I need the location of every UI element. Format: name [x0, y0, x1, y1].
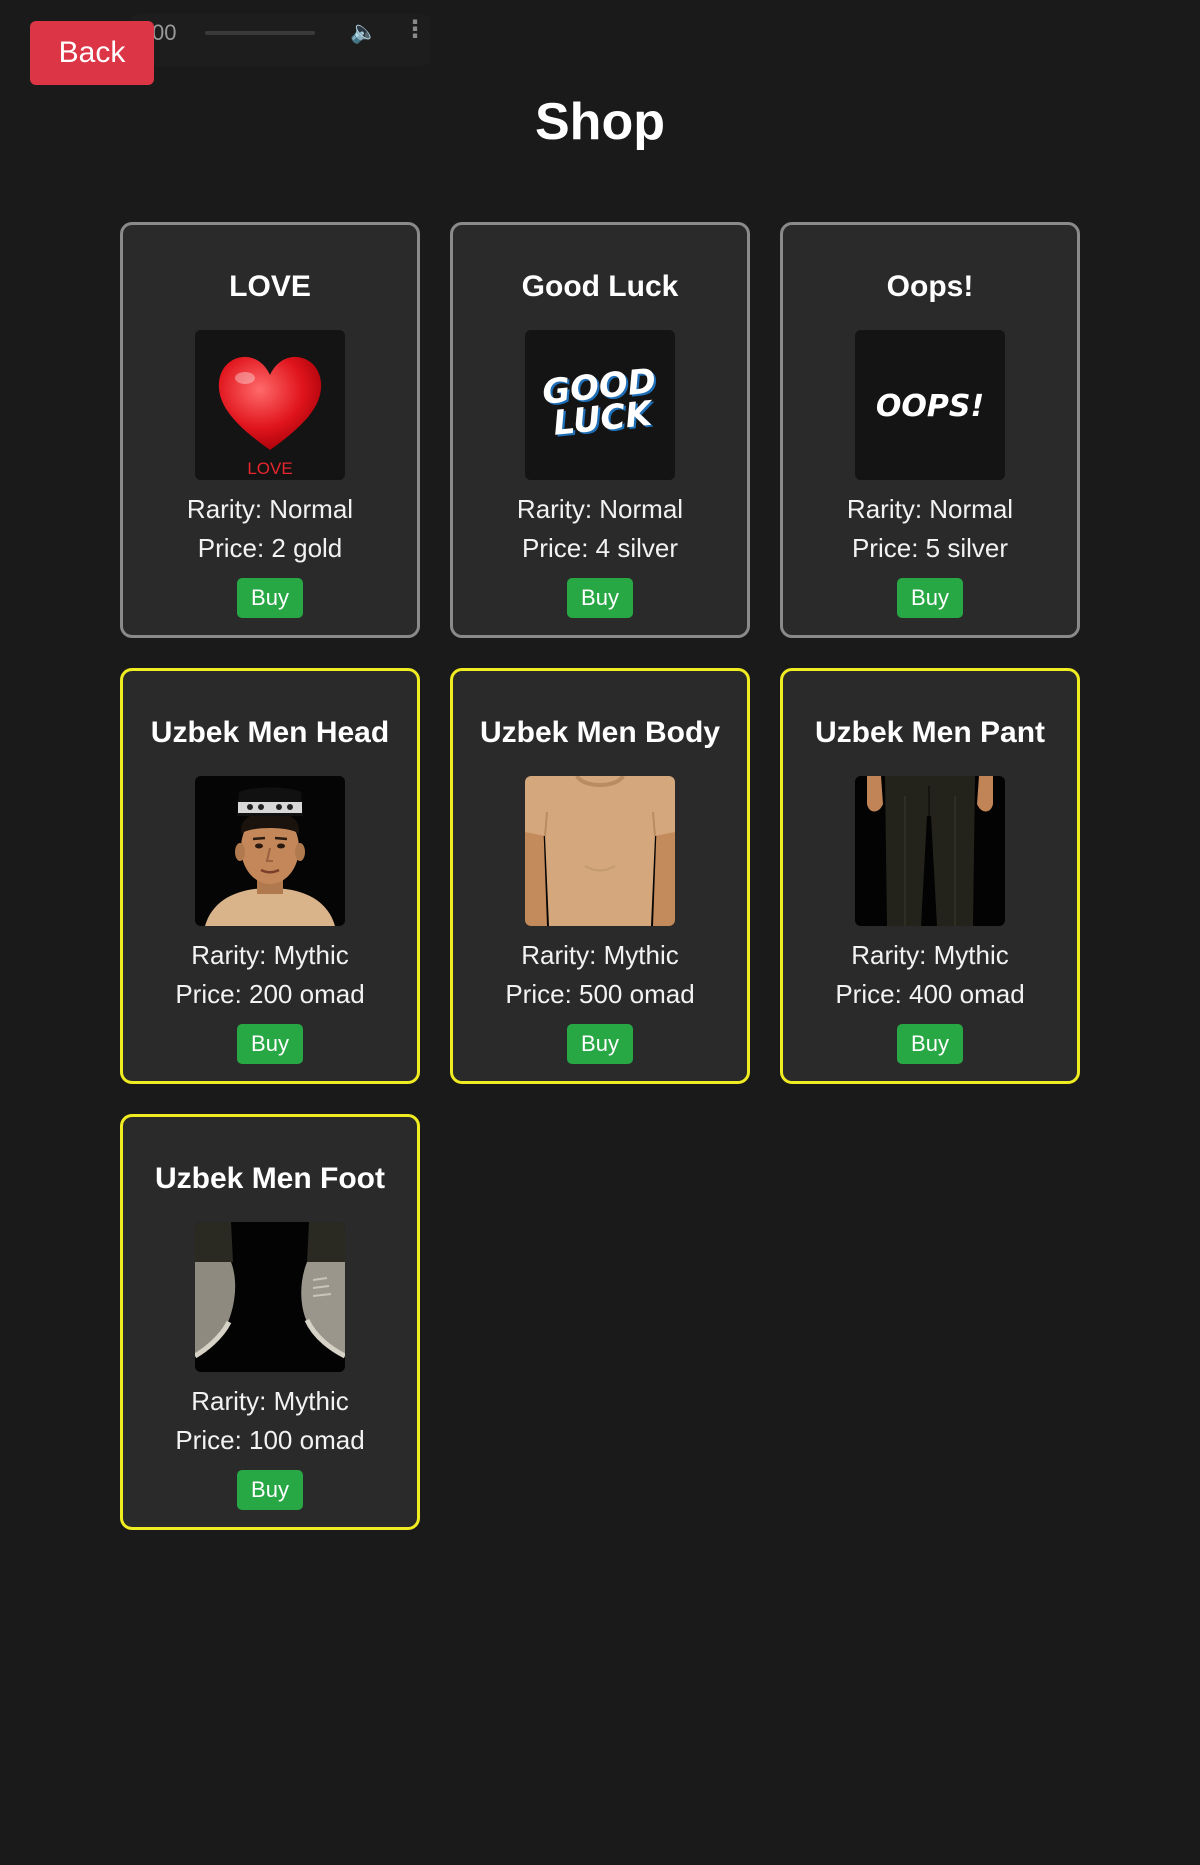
volume-icon[interactable]: 🔈 [350, 19, 377, 45]
rarity-value: Mythic [273, 1386, 349, 1416]
item-rarity: Rarity: Mythic [851, 940, 1008, 971]
price-label: Price: [175, 979, 250, 1009]
rarity-value: Mythic [603, 940, 679, 970]
item-rarity: Rarity: Normal [847, 494, 1013, 525]
rarity-value: Mythic [933, 940, 1009, 970]
item-image [855, 776, 1005, 926]
shop-item-card: Uzbek Men Head Rarity: Mythic Price: 200… [120, 668, 420, 1084]
audio-player[interactable]: 00 🔈 ⋮ [130, 14, 430, 66]
rarity-label: Rarity: [186, 494, 270, 524]
buy-button[interactable]: Buy [567, 578, 633, 618]
rarity-value: Normal [929, 494, 1014, 524]
audio-time: 00 [152, 20, 177, 45]
rarity-label: Rarity: [846, 494, 930, 524]
item-image: LOVE [195, 330, 345, 480]
pants-icon [855, 776, 1005, 926]
item-image: OOPS! [855, 330, 1005, 480]
good-luck-text-icon: GOOD GOOD LUCK LUCK [525, 330, 675, 480]
page-title: Shop [535, 93, 665, 151]
price-value: 500 omad [579, 979, 695, 1009]
item-name: Oops! [886, 270, 974, 303]
item-name: Uzbek Men Head [150, 716, 390, 749]
buy-button[interactable]: Buy [237, 1024, 303, 1064]
item-price: Price: 200 omad [175, 979, 364, 1010]
shop-item-card: Uzbek Men Foot Rarity: Mythic Price: 100… [120, 1114, 420, 1530]
shop-items-grid: LOVE LOVE Rarity: Normal Price: 2 gold B… [120, 222, 1080, 1530]
price-value: 4 silver [595, 533, 679, 563]
rarity-value: Normal [599, 494, 684, 524]
item-price: Price: 5 silver [852, 533, 1008, 564]
item-rarity: Rarity: Mythic [191, 1386, 348, 1417]
more-options-icon[interactable]: ⋮ [403, 18, 427, 42]
shop-page: 00 🔈 ⋮ Back Shop LOVE LOVE Rarity: Norma… [0, 0, 1200, 1865]
shop-item-card: Uzbek Men Pant Rarity: Mythic Price: 400… [780, 668, 1080, 1084]
buy-button[interactable]: Buy [237, 578, 303, 618]
price-value: 5 silver [925, 533, 1009, 563]
price-value: 400 omad [909, 979, 1025, 1009]
rarity-label: Rarity: [851, 940, 934, 970]
rarity-label: Rarity: [191, 1386, 274, 1416]
rarity-value: Normal [269, 494, 354, 524]
rarity-label: Rarity: [521, 940, 604, 970]
item-name: LOVE [229, 270, 311, 303]
image-caption: OOPS! [876, 389, 984, 424]
price-label: Price: [521, 533, 596, 563]
item-rarity: Rarity: Mythic [521, 940, 678, 971]
back-button[interactable]: Back [30, 21, 154, 85]
rarity-label: Rarity: [516, 494, 600, 524]
tshirt-body-icon [525, 776, 675, 926]
rarity-label: Rarity: [191, 940, 274, 970]
item-name: Uzbek Men Pant [814, 716, 1046, 749]
item-price: Price: 400 omad [835, 979, 1024, 1010]
item-image [195, 1222, 345, 1372]
item-image [525, 776, 675, 926]
item-price: Price: 4 silver [522, 533, 678, 564]
item-rarity: Rarity: Normal [187, 494, 353, 525]
price-value: 2 gold [271, 533, 343, 563]
item-price: Price: 500 omad [505, 979, 694, 1010]
buy-button[interactable]: Buy [567, 1024, 633, 1064]
item-price: Price: 2 gold [198, 533, 343, 564]
item-image [195, 776, 345, 926]
image-caption: LOVE [247, 459, 292, 478]
shop-item-card: Uzbek Men Body Rarity: Mythic Price: 500… [450, 668, 750, 1084]
price-value: 200 omad [249, 979, 365, 1009]
heart-icon: LOVE [195, 330, 345, 480]
item-name: Uzbek Men Body [479, 716, 721, 749]
shop-item-card: LOVE LOVE Rarity: Normal Price: 2 gold B… [120, 222, 420, 638]
price-value: 100 omad [249, 1425, 365, 1455]
price-label: Price: [175, 1425, 250, 1455]
shoes-icon [195, 1222, 345, 1372]
audio-progress-track[interactable] [205, 31, 315, 35]
item-image: GOOD GOOD LUCK LUCK [525, 330, 675, 480]
buy-button[interactable]: Buy [237, 1470, 303, 1510]
shop-item-card: Good Luck GOOD GOOD LUCK LUCK Rarity: No… [450, 222, 750, 638]
price-label: Price: [505, 979, 580, 1009]
price-label: Price: [835, 979, 910, 1009]
item-rarity: Rarity: Mythic [191, 940, 348, 971]
price-label: Price: [197, 533, 272, 563]
item-price: Price: 100 omad [175, 1425, 364, 1456]
item-name: Uzbek Men Foot [155, 1162, 385, 1195]
buy-button[interactable]: Buy [897, 578, 963, 618]
buy-button[interactable]: Buy [897, 1024, 963, 1064]
head-avatar-icon [195, 776, 345, 926]
price-label: Price: [851, 533, 926, 563]
item-name: Good Luck [521, 270, 679, 303]
oops-text-icon: OOPS! [855, 330, 1005, 480]
item-rarity: Rarity: Normal [517, 494, 683, 525]
shop-item-card: Oops! OOPS! Rarity: Normal Price: 5 silv… [780, 222, 1080, 638]
rarity-value: Mythic [273, 940, 349, 970]
